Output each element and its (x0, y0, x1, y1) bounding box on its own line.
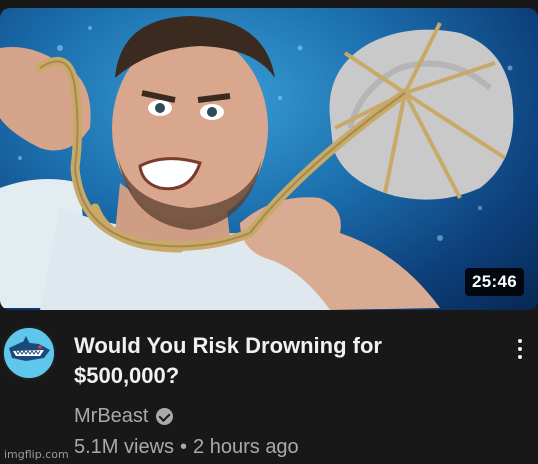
video-title-line-1: Would You Risk Drowning for (74, 333, 382, 358)
duration-badge: 25:46 (465, 268, 524, 296)
imgflip-watermark: imgflip.com (4, 448, 69, 461)
channel-name-row[interactable]: MrBeast (74, 403, 174, 429)
view-count: 5.1M views (74, 436, 175, 458)
meta-separator: • (180, 436, 188, 458)
channel-avatar-icon (4, 328, 54, 378)
video-title[interactable]: Would You Risk Drowning for $500,000? (74, 331, 474, 391)
video-metadata: 5.1M views • 2 hours ago (74, 434, 299, 460)
video-card[interactable]: 25:46 Would You Risk Drowning for $500,0… (0, 0, 538, 464)
channel-name[interactable]: MrBeast (74, 403, 148, 429)
channel-avatar[interactable] (2, 326, 56, 380)
video-thumbnail[interactable]: 25:46 (0, 8, 538, 310)
verified-check-icon (156, 407, 174, 425)
more-vert-icon (518, 339, 522, 343)
thumbnail-illustration (0, 16, 514, 310)
video-title-line-2: $500,000? (74, 363, 180, 388)
upload-age: 2 hours ago (193, 436, 299, 458)
more-options-button[interactable] (508, 334, 532, 364)
